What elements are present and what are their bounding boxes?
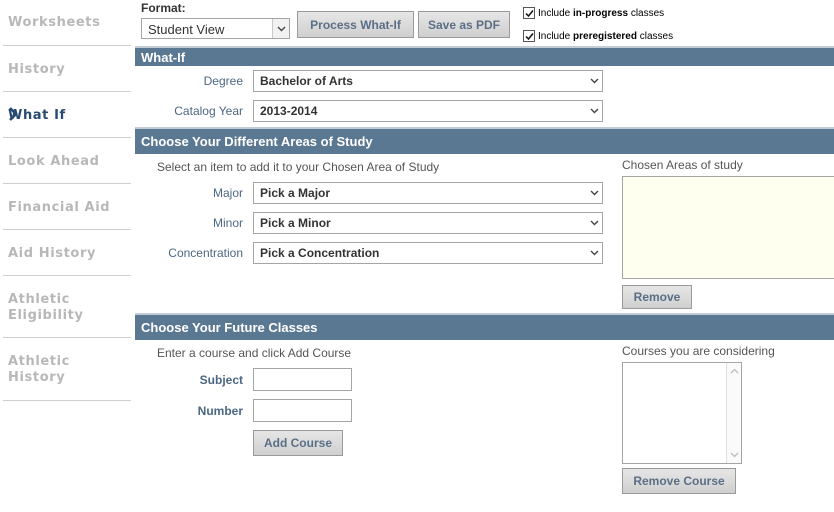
sidebar-item-label: Financial Aid bbox=[8, 200, 111, 215]
include-preregistered-checkbox[interactable] bbox=[523, 30, 535, 42]
sidebar-item-label: Athletic bbox=[8, 354, 70, 369]
remove-course-button[interactable]: Remove Course bbox=[622, 468, 736, 494]
major-select[interactable]: Pick a Major bbox=[253, 182, 603, 204]
subject-label: Subject bbox=[199, 373, 243, 387]
sidebar-item-athletic-eligibility[interactable]: Athletic Eligibility bbox=[3, 276, 131, 338]
chosen-areas-listbox[interactable] bbox=[622, 176, 834, 279]
format-label: Format: bbox=[141, 1, 186, 15]
degree-select[interactable]: Bachelor of Arts bbox=[253, 70, 603, 92]
include-in-progress-option: Include in-progress classes bbox=[523, 7, 664, 19]
what-if-section-header: What-If bbox=[135, 46, 834, 66]
future-classes-hint: Enter a course and click Add Course bbox=[157, 346, 352, 360]
sidebar-item-history[interactable]: History bbox=[3, 46, 131, 92]
major-select-value: Pick a Major bbox=[260, 186, 331, 200]
subject-input[interactable] bbox=[253, 368, 352, 391]
chevron-down-icon bbox=[586, 213, 602, 233]
catalog-year-select-value: 2013-2014 bbox=[260, 104, 318, 118]
chevron-down-icon bbox=[272, 19, 289, 38]
sidebar-item-athletic-history[interactable]: Athletic History bbox=[3, 338, 131, 401]
courses-considering-label: Courses you are considering bbox=[622, 344, 775, 358]
sidebar-nav: Worksheets History What If Look Ahead Fi… bbox=[0, 0, 131, 512]
sidebar-item-label: History bbox=[8, 62, 66, 77]
areas-of-study-section-header: Choose Your Different Areas of Study bbox=[135, 127, 834, 154]
number-label: Number bbox=[197, 404, 243, 418]
include-preregistered-suffix: classes bbox=[636, 30, 674, 42]
format-select[interactable]: Student View bbox=[141, 18, 290, 39]
include-preregistered-bold: preregistered bbox=[573, 30, 637, 42]
concentration-select-value: Pick a Concentration bbox=[260, 246, 380, 260]
include-preregistered-prefix: Include bbox=[538, 30, 574, 42]
include-in-progress-checkbox[interactable] bbox=[523, 7, 535, 19]
sidebar-item-aid-history[interactable]: Aid History bbox=[3, 230, 131, 276]
concentration-label: Concentration bbox=[168, 246, 243, 260]
chevron-down-icon bbox=[586, 71, 602, 91]
courses-considering-listbox[interactable] bbox=[622, 362, 742, 464]
include-in-progress-suffix: classes bbox=[628, 7, 665, 19]
chevron-down-icon bbox=[586, 183, 602, 203]
sidebar-item-financial-aid[interactable]: Financial Aid bbox=[3, 184, 131, 230]
add-course-button[interactable]: Add Course bbox=[253, 430, 343, 456]
include-in-progress-bold: in-progress bbox=[573, 7, 629, 19]
sidebar-item-label-line2: Eligibility bbox=[8, 308, 84, 323]
chevron-right-icon bbox=[8, 106, 131, 125]
include-preregistered-option: Include preregistered classes bbox=[523, 30, 673, 42]
minor-select[interactable]: Pick a Minor bbox=[253, 212, 603, 234]
scroll-up-icon bbox=[730, 368, 739, 374]
format-select-value: Student View bbox=[148, 22, 225, 37]
listbox-scrollbar[interactable] bbox=[726, 363, 741, 463]
sidebar-item-what-if[interactable]: What If bbox=[3, 92, 131, 138]
minor-label: Minor bbox=[212, 216, 243, 230]
catalog-year-label: Catalog Year bbox=[174, 104, 243, 118]
remove-area-button[interactable]: Remove bbox=[622, 285, 692, 309]
sidebar-item-label: Worksheets bbox=[8, 15, 101, 30]
save-as-pdf-button[interactable]: Save as PDF bbox=[418, 11, 510, 38]
sidebar-item-worksheets[interactable]: Worksheets bbox=[3, 0, 131, 46]
include-in-progress-prefix: Include bbox=[538, 7, 574, 19]
number-input[interactable] bbox=[253, 399, 352, 422]
concentration-select[interactable]: Pick a Concentration bbox=[253, 242, 603, 264]
degree-label: Degree bbox=[203, 74, 243, 88]
chevron-down-icon bbox=[586, 101, 602, 121]
areas-hint: Select an item to add it to your Chosen … bbox=[157, 160, 440, 174]
check-icon bbox=[524, 32, 534, 40]
scroll-down-icon bbox=[730, 452, 739, 458]
future-classes-section-header: Choose Your Future Classes bbox=[135, 313, 834, 340]
sidebar-item-look-ahead[interactable]: Look Ahead bbox=[3, 138, 131, 184]
sidebar-item-label: Look Ahead bbox=[8, 154, 100, 169]
process-what-if-button[interactable]: Process What-If bbox=[297, 11, 414, 38]
catalog-year-select[interactable]: 2013-2014 bbox=[253, 100, 603, 122]
degree-select-value: Bachelor of Arts bbox=[260, 74, 353, 88]
chevron-down-icon bbox=[586, 243, 602, 263]
sidebar-item-label: Athletic bbox=[8, 292, 70, 307]
chosen-areas-label: Chosen Areas of study bbox=[622, 158, 743, 172]
major-label: Major bbox=[212, 186, 243, 200]
minor-select-value: Pick a Minor bbox=[260, 216, 331, 230]
sidebar-item-label: Aid History bbox=[8, 246, 97, 261]
check-icon bbox=[524, 9, 534, 17]
sidebar-item-label-line2: History bbox=[8, 370, 66, 385]
